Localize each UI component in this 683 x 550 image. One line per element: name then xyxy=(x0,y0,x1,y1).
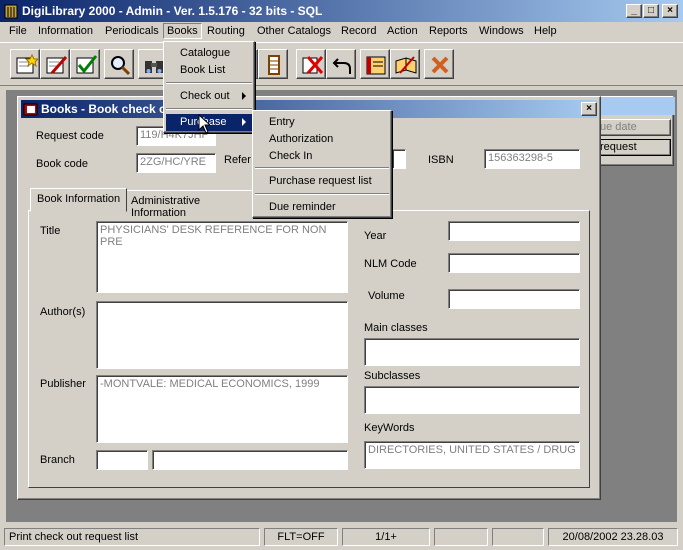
background-window-title xyxy=(591,97,675,115)
status-datetime: 20/08/2002 23.28.03 xyxy=(548,528,678,546)
book-icon[interactable] xyxy=(360,49,390,79)
menu-record[interactable]: Record xyxy=(341,25,376,37)
books-window-icon xyxy=(23,103,38,116)
publisher-label: Publisher xyxy=(40,378,86,390)
check-card-icon[interactable] xyxy=(70,49,100,79)
status-panel-empty-1 xyxy=(434,528,488,546)
main-classes-label: Main classes xyxy=(364,322,428,334)
child-close-button[interactable]: × xyxy=(581,102,597,116)
request-button[interactable]: request xyxy=(595,139,671,156)
open-book-icon[interactable] xyxy=(390,49,420,79)
year-field[interactable] xyxy=(448,221,580,241)
close-button[interactable]: × xyxy=(662,4,678,18)
status-bar: Print check out request list FLT=OFF 1/1… xyxy=(0,526,683,550)
menu-separator xyxy=(255,167,389,169)
submenu-arrow-icon xyxy=(242,118,246,126)
menu-books[interactable]: Books xyxy=(163,23,202,39)
keywords-field[interactable]: DIRECTORIES, UNITED STATES / DRUG xyxy=(364,441,580,469)
book-code-field[interactable]: 2ZG/HC/YRE xyxy=(136,153,216,173)
minimize-button[interactable]: _ xyxy=(626,4,642,18)
purchase-entry[interactable]: Entry xyxy=(255,114,389,131)
child-window-title: Books - Book check out xyxy=(41,102,178,116)
menu-help[interactable]: Help xyxy=(534,25,557,37)
reference-label: Refer xyxy=(224,154,251,166)
tab-administrative-information[interactable]: Administrative Information xyxy=(124,190,254,219)
filmstrip-icon[interactable] xyxy=(258,49,288,79)
menu-separator xyxy=(166,108,252,110)
menu-reports[interactable]: Reports xyxy=(429,25,468,37)
subclasses-label: Subclasses xyxy=(364,370,421,382)
cancel-icon[interactable] xyxy=(424,49,454,79)
books-menu-catalogue[interactable]: Catalogue xyxy=(166,45,252,62)
app-title: DigiLibrary 2000 - Admin - Ver. 1.5.176 … xyxy=(22,4,323,18)
purchase-request-list[interactable]: Purchase request list xyxy=(255,173,389,190)
undo-icon[interactable] xyxy=(326,49,356,79)
request-code-label: Request code xyxy=(36,130,104,142)
status-message: Print check out request list xyxy=(4,528,260,546)
purchase-due-reminder[interactable]: Due reminder xyxy=(255,199,389,216)
book-code-label: Book code xyxy=(36,158,88,170)
purchase-check-in[interactable]: Check In xyxy=(255,148,389,165)
toolbar xyxy=(0,42,683,86)
nlm-code-field[interactable] xyxy=(448,253,580,273)
books-menu-check-out[interactable]: Check out xyxy=(166,88,252,105)
title-field[interactable]: PHYSICIANS' DESK REFERENCE FOR NON PRE xyxy=(96,221,348,293)
menu-separator xyxy=(166,82,252,84)
volume-field[interactable] xyxy=(448,289,580,309)
isbn-label: ISBN xyxy=(428,154,454,166)
nlm-code-label: NLM Code xyxy=(364,258,417,270)
reference-field[interactable] xyxy=(392,149,406,169)
due-date-button[interactable]: ue date xyxy=(595,119,671,136)
tab-book-information[interactable]: Book Information xyxy=(30,188,128,212)
menu-file[interactable]: File xyxy=(9,25,27,37)
background-window: ue date request xyxy=(590,96,675,166)
check-out-label: Check out xyxy=(180,90,230,102)
menu-action[interactable]: Action xyxy=(387,25,418,37)
publisher-field[interactable]: -MONTVALE: MEDICAL ECONOMICS, 1999 xyxy=(96,375,348,443)
year-label: Year xyxy=(364,230,387,242)
status-page: 1/1+ xyxy=(342,528,430,546)
authors-field[interactable] xyxy=(96,301,348,369)
branch-code-field[interactable] xyxy=(96,450,148,470)
menu-bar: File Information Periodicals Books Routi… xyxy=(0,22,683,42)
branch-label: Branch xyxy=(40,454,75,466)
app-title-bar: DigiLibrary 2000 - Admin - Ver. 1.5.176 … xyxy=(0,0,683,22)
status-panel-empty-2 xyxy=(492,528,544,546)
title-label: Title xyxy=(40,225,61,237)
app-icon xyxy=(4,4,18,19)
isbn-field[interactable]: 156363298-5 xyxy=(484,149,580,169)
edit-card-icon[interactable] xyxy=(40,49,70,79)
purchase-submenu: Entry Authorization Check In Purchase re… xyxy=(252,110,392,218)
keywords-label: KeyWords xyxy=(364,422,415,434)
purchase-authorization[interactable]: Authorization xyxy=(255,131,389,148)
status-filter: FLT=OFF xyxy=(264,528,338,546)
branch-name-field[interactable] xyxy=(152,450,348,470)
menu-other-catalogs[interactable]: Other Catalogs xyxy=(257,25,331,37)
magnifier-icon[interactable] xyxy=(104,49,134,79)
menu-information[interactable]: Information xyxy=(38,25,93,37)
volume-label: Volume xyxy=(368,290,405,302)
menu-separator xyxy=(255,193,389,195)
menu-periodicals[interactable]: Periodicals xyxy=(105,25,159,37)
menu-routing[interactable]: Routing xyxy=(207,25,245,37)
main-classes-field[interactable] xyxy=(364,338,580,366)
submenu-arrow-icon xyxy=(242,92,246,100)
new-card-icon[interactable] xyxy=(10,49,40,79)
delete-icon[interactable] xyxy=(296,49,326,79)
authors-label: Author(s) xyxy=(40,306,86,318)
subclasses-field[interactable] xyxy=(364,386,580,414)
maximize-button[interactable]: □ xyxy=(643,4,659,18)
mouse-cursor-icon xyxy=(198,114,210,134)
books-menu-book-list[interactable]: Book List xyxy=(166,62,252,79)
menu-windows[interactable]: Windows xyxy=(479,25,524,37)
